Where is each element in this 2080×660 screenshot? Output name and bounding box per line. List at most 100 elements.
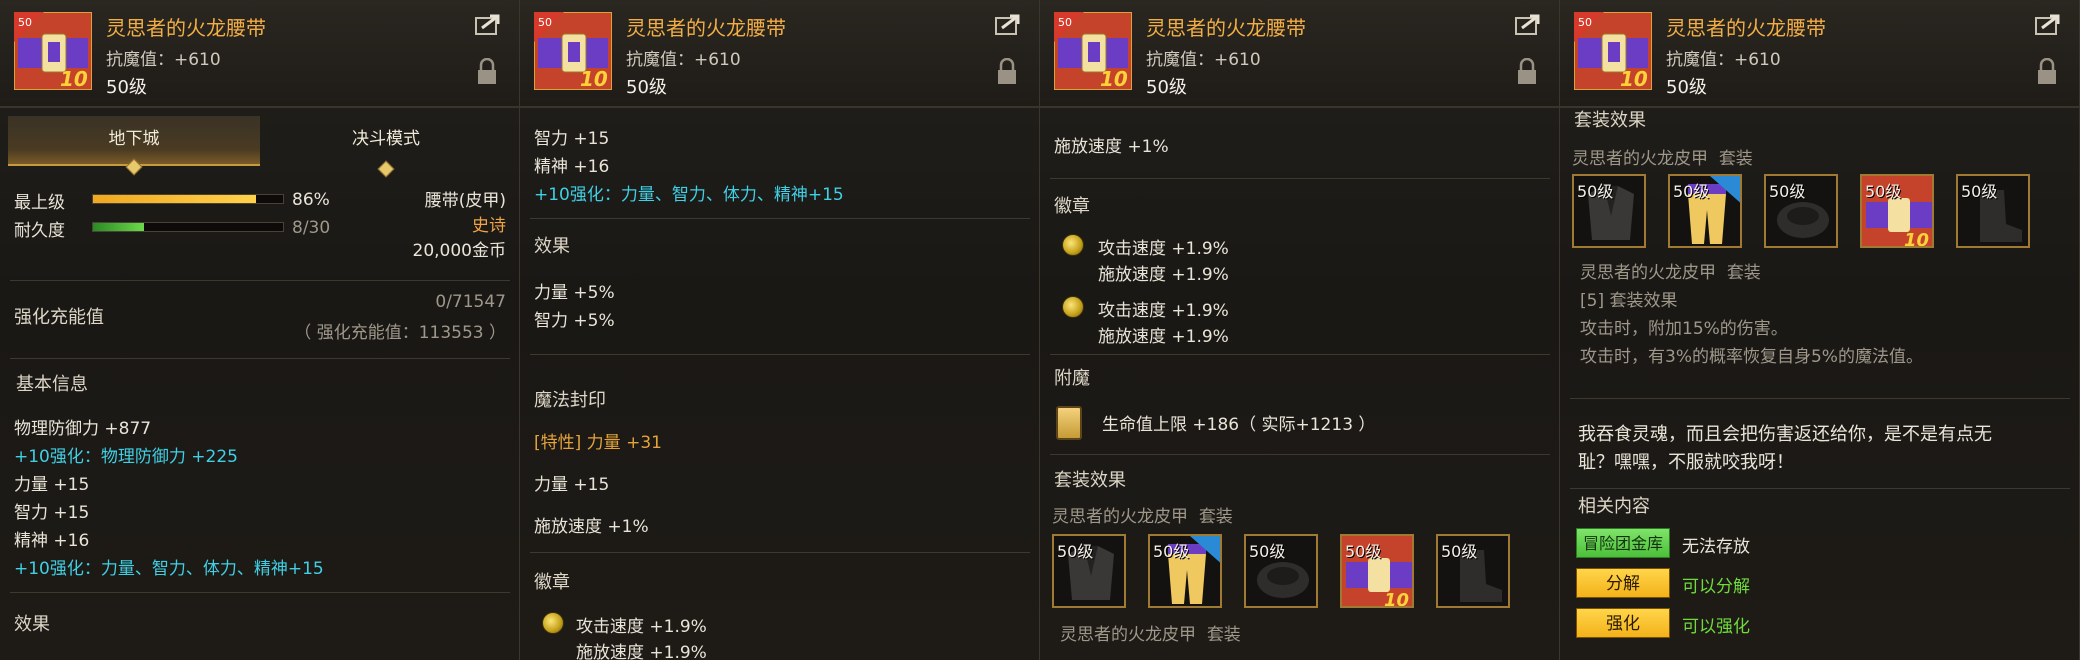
divider bbox=[1570, 398, 2070, 399]
tooltip-body: 地下城 决斗模式 最上级 86% 耐久度 8/30 腰带(皮甲) 史诗 20,0… bbox=[0, 108, 519, 660]
enchant-heading: 附魔 bbox=[1054, 368, 1090, 389]
set-name-text: 灵思者的火龙皮甲 bbox=[1580, 263, 1716, 283]
emblem-cast: 施放速度 +1.9% bbox=[576, 643, 707, 660]
item-name: 灵思者的火龙腰带 bbox=[106, 16, 266, 40]
belt-icon: 50 10 bbox=[1574, 12, 1652, 90]
divider bbox=[10, 280, 510, 281]
set-item-slot[interactable]: 50级 bbox=[1572, 174, 1646, 248]
svg-text:10: 10 bbox=[60, 67, 88, 90]
set-name-2: 灵思者的火龙皮甲 套装 bbox=[1580, 258, 1761, 283]
lock-icon[interactable] bbox=[996, 58, 1018, 86]
set-name: 灵思者的火龙皮甲 套装 bbox=[1572, 144, 1753, 169]
durability-label: 耐久度 bbox=[14, 221, 65, 241]
seal-heading: 魔法封印 bbox=[534, 390, 606, 411]
enh-stats: +10强化：力量、智力、体力、精神+15 bbox=[14, 559, 324, 579]
enh-phys-def: +10强化：物理防御力 +225 bbox=[14, 447, 238, 467]
svg-text:50: 50 bbox=[1058, 16, 1072, 29]
tooltip-panels: 50 10 灵思者的火龙腰带 抗魔值：+610 50级 地下城 决斗模式 最上级… bbox=[0, 0, 2080, 660]
set-item-slot[interactable]: 50级 bbox=[1244, 534, 1318, 608]
seal-cast: 施放速度 +1% bbox=[534, 517, 649, 537]
charge-sub: （ 强化充能值：113553 ） bbox=[294, 323, 506, 343]
set-name-text: 灵思者的火龙皮甲 bbox=[1572, 149, 1708, 169]
stat-spirit: 精神 +16 bbox=[14, 531, 90, 551]
item-resist: 抗魔值：+610 bbox=[106, 50, 221, 70]
enhance-button[interactable]: 强化 bbox=[1576, 608, 1670, 638]
divider bbox=[10, 592, 510, 593]
divider bbox=[1050, 178, 1550, 179]
charge-label: 强化充能值 bbox=[14, 307, 104, 328]
durability-bar bbox=[92, 222, 284, 232]
item-resist: 抗魔值：+610 bbox=[1146, 50, 1261, 70]
flavor-text-2: 耻？嘿嘿，不服就咬我呀！ bbox=[1578, 452, 1794, 473]
grade-label: 最上级 bbox=[14, 193, 65, 213]
slot-level: 50级 bbox=[1577, 182, 1614, 201]
grade-value: 86% bbox=[292, 190, 330, 210]
slot-level: 50级 bbox=[1345, 542, 1382, 561]
set-suffix: 套装 bbox=[1726, 263, 1761, 283]
set-item-slot[interactable]: 50级 bbox=[1148, 534, 1222, 608]
emblem-heading: 徽章 bbox=[534, 572, 570, 593]
lock-icon[interactable] bbox=[2036, 58, 2058, 86]
set-item-slot[interactable]: 50级 bbox=[1668, 174, 1742, 248]
divider bbox=[530, 354, 1030, 355]
slot-type: 腰带(皮甲) bbox=[424, 191, 506, 211]
tab-pvp-label: 决斗模式 bbox=[352, 129, 420, 149]
tooltip-body: 套装效果 灵思者的火龙皮甲 套装 50级 50级 50级 50级 10 50级 bbox=[1560, 108, 2079, 660]
slot-level: 50级 bbox=[1673, 182, 1710, 201]
set-name-text: 灵思者的火龙皮甲 bbox=[1052, 507, 1188, 527]
svg-text:10: 10 bbox=[1100, 67, 1128, 90]
slot-level: 50级 bbox=[1057, 542, 1094, 561]
guild-bank-button[interactable]: 冒险团金库 bbox=[1576, 528, 1670, 558]
seal-str: 力量 +15 bbox=[534, 475, 610, 495]
tab-pvp[interactable]: 决斗模式 bbox=[260, 116, 512, 178]
decompose-button[interactable]: 分解 bbox=[1576, 568, 1670, 598]
item-level: 50级 bbox=[626, 77, 667, 98]
item-resist: 抗魔值：+610 bbox=[626, 50, 741, 70]
svg-text:10: 10 bbox=[580, 67, 608, 90]
set-item-slot[interactable]: 50级 10 bbox=[1340, 534, 1414, 608]
guild-bank-status: 无法存放 bbox=[1682, 537, 1750, 557]
set-item-slot[interactable]: 50级 10 bbox=[1860, 174, 1934, 248]
set-suffix: 套装 bbox=[1206, 625, 1241, 645]
rarity: 史诗 bbox=[472, 216, 506, 236]
effect-str: 力量 +5% bbox=[534, 283, 615, 303]
emblem-heading: 徽章 bbox=[1054, 196, 1090, 217]
tooltip-panel-1: 50 10 灵思者的火龙腰带 抗魔值：+610 50级 地下城 决斗模式 最上级… bbox=[0, 0, 520, 660]
set-item-slot[interactable]: 50级 bbox=[1052, 534, 1126, 608]
effect-heading: 效果 bbox=[14, 614, 50, 635]
emblem-icon bbox=[1062, 296, 1084, 318]
svg-text:50: 50 bbox=[1578, 16, 1592, 29]
item-name: 灵思者的火龙腰带 bbox=[626, 16, 786, 40]
set-item-slot[interactable]: 50级 bbox=[1764, 174, 1838, 248]
divider bbox=[1050, 454, 1550, 455]
share-icon[interactable] bbox=[2034, 12, 2062, 36]
tooltip-panel-2: 50 10 灵思者的火龙腰带 抗魔值：+610 50级 智力 +15 精神 +1… bbox=[520, 0, 1040, 660]
share-icon[interactable] bbox=[994, 12, 1022, 36]
share-icon[interactable] bbox=[474, 12, 502, 36]
tooltip-panel-4: 50 10 灵思者的火龙腰带 抗魔值：+610 50级 套装效果 灵思者的火龙皮… bbox=[1560, 0, 2080, 660]
effect-int: 智力 +5% bbox=[534, 311, 615, 331]
enchant-card-icon bbox=[1056, 406, 1082, 440]
diamond-icon bbox=[125, 158, 143, 176]
set-name-text: 灵思者的火龙皮甲 bbox=[1060, 625, 1196, 645]
mode-tabs: 地下城 决斗模式 bbox=[8, 116, 512, 178]
share-icon[interactable] bbox=[1514, 12, 1542, 36]
charge-value: 0/71547 bbox=[435, 292, 506, 312]
item-header: 50 10 灵思者的火龙腰带 抗魔值：+610 50级 bbox=[1560, 0, 2079, 108]
basic-info-heading: 基本信息 bbox=[16, 374, 88, 395]
grade-bar bbox=[92, 194, 284, 204]
svg-text:50: 50 bbox=[538, 16, 552, 29]
tab-dungeon[interactable]: 地下城 bbox=[8, 116, 260, 176]
set-item-slot[interactable]: 50级 bbox=[1436, 534, 1510, 608]
set-item-slot[interactable]: 50级 bbox=[1956, 174, 2030, 248]
lock-icon[interactable] bbox=[476, 58, 498, 86]
slot-level: 50级 bbox=[1249, 542, 1286, 561]
svg-text:10: 10 bbox=[1904, 230, 1929, 248]
lock-icon[interactable] bbox=[1516, 58, 1538, 86]
item-level: 50级 bbox=[106, 77, 147, 98]
belt-icon: 50 10 bbox=[14, 12, 92, 90]
stat-int: 智力 +15 bbox=[14, 503, 90, 523]
set-effect-heading: 套装效果 bbox=[1574, 110, 1646, 131]
diamond-icon bbox=[377, 160, 395, 178]
set-effect-heading: 套装效果 bbox=[1054, 470, 1126, 491]
